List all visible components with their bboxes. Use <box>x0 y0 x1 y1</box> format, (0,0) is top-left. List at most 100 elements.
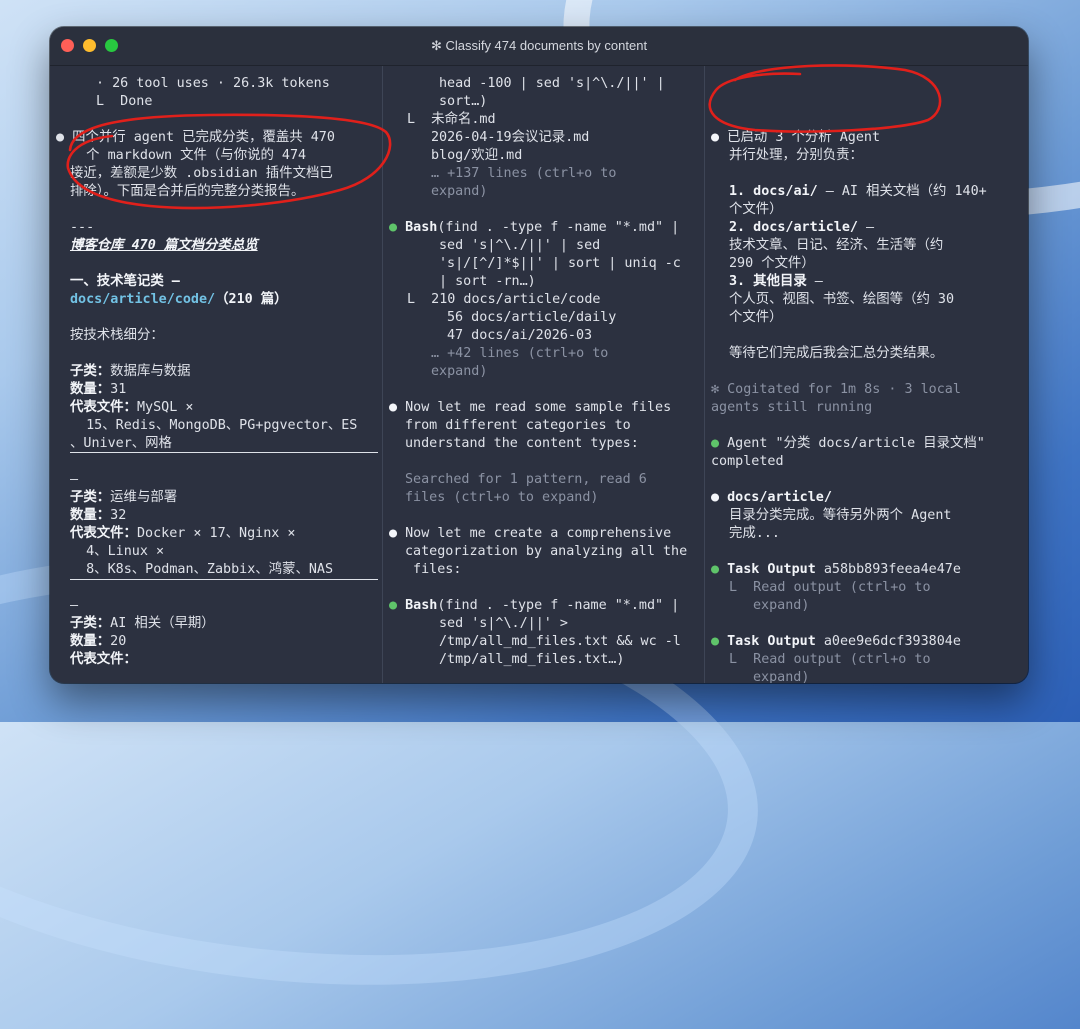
assistant-message: ● docs/article/ <box>711 489 832 507</box>
files-line: 8、K8s、Podman、Zabbix、鸿蒙、NAS <box>70 562 334 577</box>
tool-name: Bash <box>405 220 438 235</box>
subsection-intro: 按技术栈细分： <box>70 328 164 343</box>
files-line: 15、Redis、MongoDB、PG+pgvector、ES <box>70 418 358 433</box>
expand-hint[interactable]: expand) <box>431 363 487 381</box>
thinking-status: agents still running <box>711 400 873 415</box>
agent-desc: 个文件） <box>729 310 783 325</box>
command-continuation: sort…) <box>439 94 488 109</box>
task-id: a58bb893feea4e47e <box>815 562 961 577</box>
agent-desc: — <box>806 274 823 289</box>
expand-hint[interactable]: expand) <box>431 183 487 201</box>
task-id: a0ee9e6dcf393804e <box>815 634 961 649</box>
summary-message-line: 个 markdown 文件（与你说的 474 <box>70 148 307 163</box>
table-rule <box>70 579 378 580</box>
field-value: 32 <box>110 508 127 523</box>
report-heading: 博客仓库 470 篇文档分类总览 <box>70 238 258 253</box>
white-bullet-icon: ● <box>389 526 398 541</box>
assistant-message: ● 已启动 3 个分析 Agent <box>711 129 880 147</box>
command-continuation: | sort -rn…) <box>439 274 536 289</box>
expand-hint[interactable]: … +137 lines (ctrl+o to <box>431 165 616 183</box>
field-label: 子类： <box>70 616 111 631</box>
right-pane[interactable]: ● 已启动 3 个分析 Agent 并行处理，分别负责： 1. docs/ai/… <box>705 66 1028 683</box>
files-line: 代表文件：Docker × 17、Nginx × <box>70 525 295 543</box>
subcategory-line: 子类：运维与部署 <box>70 489 177 507</box>
section-heading-path: docs/article/code/（210 篇） <box>70 291 288 309</box>
agent-desc: 技术文章、日记、经济、生活等（约 <box>729 238 944 253</box>
agent-desc: 290 个文件） <box>729 256 815 271</box>
done-status: L Done <box>96 94 153 109</box>
files-line: 、Univer、网格 <box>70 436 172 451</box>
command-continuation: /tmp/all_md_files.txt && wc -l <box>439 634 681 649</box>
agent-desc: — <box>858 220 875 235</box>
agent-path: 3. 其他目录 <box>729 274 807 289</box>
field-label: 子类： <box>70 364 111 379</box>
tool-output-line: blog/欢迎.md <box>431 148 523 163</box>
message-text: Now let me read some sample files <box>405 400 672 415</box>
middle-pane[interactable]: head -100 | sed 's|^\./||' | sort…) L 未命… <box>383 66 705 683</box>
tool-output-line: 47 docs/ai/2026-03 <box>447 328 593 343</box>
task-output-call: ● Task Output a0ee9e6dcf393804e <box>711 633 961 651</box>
thinking-status: ✻ Cogitated for 1m 8s · 3 local <box>711 382 961 397</box>
count-line: 数量：32 <box>70 507 126 525</box>
agent-path: 2. docs/article/ <box>729 220 858 235</box>
assistant-message: ● Now let me create a comprehensive <box>389 525 671 543</box>
expand-hint[interactable]: files (ctrl+o to expand) <box>405 489 598 507</box>
tool-output-line: L 未命名.md <box>407 112 496 127</box>
assistant-message: ● Now let me read some sample files <box>389 399 671 417</box>
message-text: 完成... <box>729 526 780 541</box>
count-line: 数量：20 <box>70 633 126 651</box>
tool-args: (find . -type f -name "*.md" | <box>437 220 680 235</box>
green-bullet-icon: ● <box>711 562 720 577</box>
field-label: 数量： <box>70 382 111 397</box>
left-pane[interactable]: · 26 tool uses · 26.3k tokens L Done ● 四… <box>50 66 383 683</box>
tool-output-line: 56 docs/article/daily <box>447 310 617 325</box>
field-value: MySQL × <box>136 400 194 415</box>
command-continuation: head -100 | sed 's|^\./||' | <box>439 76 665 91</box>
message-text: 并行处理，分别负责： <box>729 148 863 163</box>
expand-hint[interactable]: expand) <box>753 669 809 683</box>
green-bullet-icon: ● <box>711 634 720 649</box>
field-label: 数量： <box>70 634 111 649</box>
notice-text: completed <box>711 454 784 469</box>
field-value: Docker × 17、Nginx × <box>136 526 296 541</box>
tool-name: Task Output <box>727 562 816 577</box>
expand-hint[interactable]: … +42 lines (ctrl+o to <box>431 345 608 363</box>
message-text: from different categories to <box>405 418 631 433</box>
row-separator: — <box>70 598 79 613</box>
message-text: Now let me create a comprehensive <box>405 526 672 541</box>
section-count: （210 篇） <box>215 292 288 307</box>
row-separator: — <box>70 472 79 487</box>
notice-text: Agent "分类 docs/article 目录文档" <box>727 436 985 451</box>
agent-path: 1. docs/ai/ <box>729 184 818 199</box>
tool-output-line: L 210 docs/article/code <box>407 292 601 307</box>
section-heading: 一、技术笔记类 — <box>70 274 180 289</box>
count-line: 数量：31 <box>70 381 126 399</box>
tool-name: Task Output <box>727 634 816 649</box>
summary-message-line: 接近，差额是少数 .obsidian 插件文档已 <box>70 166 333 181</box>
files-line: 代表文件：MySQL × <box>70 399 193 417</box>
terminal-panes: · 26 tool uses · 26.3k tokens L Done ● 四… <box>50 66 1028 683</box>
expand-hint[interactable]: expand) <box>753 597 809 615</box>
agent-completed-notice: ● Agent "分类 docs/article 目录文档" <box>711 435 985 453</box>
white-bullet-icon: ● <box>389 400 398 415</box>
files-line: 代表文件： <box>70 652 137 667</box>
field-value: 运维与部署 <box>110 490 178 505</box>
message-text: understand the content types: <box>405 436 639 451</box>
files-line: 4、Linux × <box>70 544 165 559</box>
tool-args: (find . -type f -name "*.md" | <box>437 598 680 613</box>
message-text: 等待它们完成后我会汇总分类结果。 <box>729 346 944 361</box>
expand-hint[interactable]: L Read output (ctrl+o to <box>729 651 931 669</box>
green-bullet-icon: ● <box>711 436 720 451</box>
white-bullet-icon: ● <box>711 490 720 505</box>
window-title: ✻ Classify 474 documents by content <box>430 38 648 53</box>
summary-message-line: ● 四个并行 agent 已完成分类，覆盖共 470 <box>56 130 335 145</box>
expand-hint[interactable]: L Read output (ctrl+o to <box>729 579 931 597</box>
white-bullet-icon: ● <box>711 130 720 145</box>
message-path: docs/article/ <box>727 490 832 505</box>
terminal-window: ✻ Classify 474 documents by content · 26… <box>50 27 1028 683</box>
command-continuation: /tmp/all_md_files.txt…) <box>439 652 625 667</box>
title-bar[interactable]: ✻ Classify 474 documents by content <box>50 27 1028 66</box>
section-path: docs/article/code/ <box>70 292 216 307</box>
summary-message-line: 排除）。下面是合并后的完整分类报告。 <box>70 184 305 199</box>
subcategory-line: 子类：AI 相关（早期） <box>70 615 215 633</box>
